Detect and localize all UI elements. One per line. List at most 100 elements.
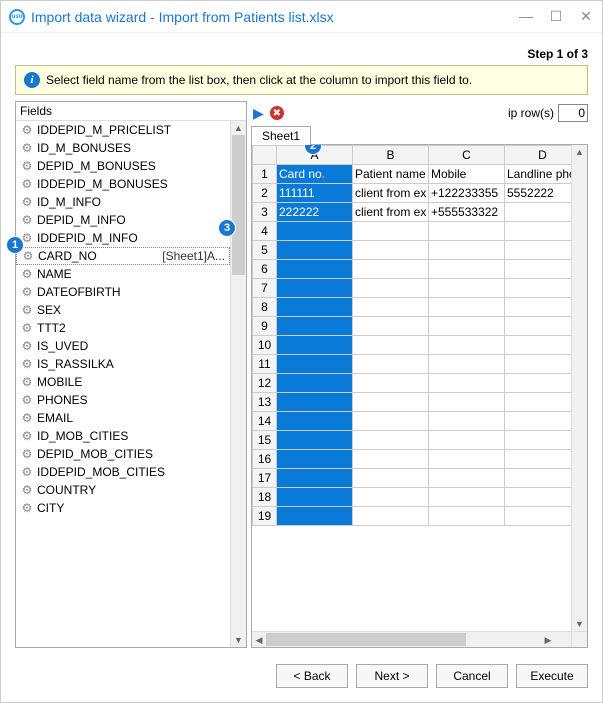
field-item[interactable]: ⚙ID_M_INFO <box>16 193 230 211</box>
field-item[interactable]: ⚙IS_RASSILKA <box>16 355 230 373</box>
cell[interactable] <box>429 488 505 507</box>
cell[interactable] <box>505 298 572 317</box>
cell[interactable] <box>353 431 429 450</box>
cell[interactable] <box>353 450 429 469</box>
cell[interactable] <box>429 507 505 526</box>
field-item[interactable]: ⚙NAME <box>16 265 230 283</box>
cell[interactable] <box>277 298 353 317</box>
cell[interactable] <box>505 203 572 222</box>
cell[interactable] <box>353 374 429 393</box>
cell[interactable] <box>277 279 353 298</box>
cell[interactable] <box>277 488 353 507</box>
row-header[interactable]: 2 <box>253 184 277 203</box>
minimize-button[interactable]: — <box>518 8 534 25</box>
cell[interactable] <box>277 469 353 488</box>
cell[interactable] <box>277 374 353 393</box>
cell[interactable] <box>277 431 353 450</box>
cell[interactable] <box>429 260 505 279</box>
maximize-button[interactable]: ☐ <box>548 8 564 25</box>
cell[interactable] <box>429 431 505 450</box>
grid-vscroll[interactable]: ▲ ▼ <box>571 145 587 631</box>
cell[interactable] <box>429 469 505 488</box>
field-item[interactable]: ⚙IS_UVED <box>16 337 230 355</box>
field-item[interactable]: ⚙PHONES <box>16 391 230 409</box>
row-header[interactable]: 1 <box>253 165 277 184</box>
cell[interactable] <box>353 412 429 431</box>
field-item[interactable]: ⚙DATEOFBIRTH <box>16 283 230 301</box>
row-header[interactable]: 12 <box>253 374 277 393</box>
row-header[interactable]: 19 <box>253 507 277 526</box>
grid-scroll-left-icon[interactable]: ◀ <box>252 632 266 647</box>
cell[interactable] <box>353 298 429 317</box>
fields-list[interactable]: ⚙IDDEPID_M_PRICELIST⚙ID_M_BONUSES⚙DEPID_… <box>16 121 230 647</box>
cell[interactable] <box>505 355 572 374</box>
field-item[interactable]: ⚙DEPID_MOB_CITIES <box>16 445 230 463</box>
cell[interactable]: Patient name <box>353 165 429 184</box>
cell[interactable]: 5552222 <box>505 184 572 203</box>
field-item[interactable]: ⚙IDDEPID_M_INFO <box>16 229 230 247</box>
execute-button[interactable]: Execute <box>516 664 588 688</box>
sheet-tab[interactable]: Sheet1 <box>251 126 311 145</box>
skip-rows-input[interactable] <box>558 104 588 122</box>
cell[interactable] <box>429 298 505 317</box>
row-header[interactable]: 16 <box>253 450 277 469</box>
cell[interactable] <box>277 260 353 279</box>
field-item[interactable]: ⚙ID_MOB_CITIES <box>16 427 230 445</box>
close-button[interactable]: ✕ <box>578 8 594 25</box>
cancel-button[interactable]: Cancel <box>436 664 508 688</box>
cell[interactable] <box>505 469 572 488</box>
back-button[interactable]: < Back <box>276 664 348 688</box>
cell[interactable] <box>505 222 572 241</box>
cell[interactable] <box>429 450 505 469</box>
cell[interactable] <box>277 355 353 374</box>
cell[interactable] <box>277 450 353 469</box>
cell[interactable] <box>505 279 572 298</box>
cell[interactable] <box>353 260 429 279</box>
row-header[interactable]: 8 <box>253 298 277 317</box>
column-header-c[interactable]: C <box>429 146 505 165</box>
cell[interactable] <box>353 469 429 488</box>
play-icon[interactable]: ▶ <box>253 105 264 122</box>
field-item[interactable]: ⚙CARD_NO[Sheet1]A... <box>16 247 230 265</box>
row-header[interactable]: 6 <box>253 260 277 279</box>
cell[interactable] <box>429 355 505 374</box>
cell[interactable] <box>429 241 505 260</box>
grid-scroll-down-icon[interactable]: ▼ <box>572 617 587 631</box>
delete-icon[interactable]: ✖ <box>270 106 284 120</box>
cell[interactable] <box>277 507 353 526</box>
cell[interactable] <box>353 336 429 355</box>
cell[interactable] <box>505 241 572 260</box>
cell[interactable] <box>353 279 429 298</box>
cell[interactable]: Landline phon <box>505 165 572 184</box>
column-header-b[interactable]: B <box>353 146 429 165</box>
field-item[interactable]: ⚙IDDEPID_M_BONUSES <box>16 175 230 193</box>
row-header[interactable]: 3 <box>253 203 277 222</box>
cell[interactable] <box>505 374 572 393</box>
field-item[interactable]: ⚙ID_M_BONUSES <box>16 139 230 157</box>
cell[interactable] <box>505 431 572 450</box>
cell[interactable] <box>505 317 572 336</box>
cell[interactable] <box>277 412 353 431</box>
cell[interactable]: +122233355 <box>429 184 505 203</box>
field-item[interactable]: ⚙COUNTRY <box>16 481 230 499</box>
row-header[interactable]: 4 <box>253 222 277 241</box>
column-header-d[interactable]: D <box>505 146 572 165</box>
row-header[interactable]: 11 <box>253 355 277 374</box>
field-item[interactable]: ⚙DEPID_M_INFO <box>16 211 230 229</box>
cell[interactable] <box>353 488 429 507</box>
cell[interactable]: +555533322 <box>429 203 505 222</box>
cell[interactable] <box>353 507 429 526</box>
cell[interactable] <box>429 393 505 412</box>
cell[interactable] <box>277 222 353 241</box>
cell[interactable] <box>353 317 429 336</box>
field-item[interactable]: ⚙DEPID_M_BONUSES <box>16 157 230 175</box>
cell[interactable]: Card no. <box>277 165 353 184</box>
field-item[interactable]: ⚙IDDEPID_MOB_CITIES <box>16 463 230 481</box>
cell[interactable]: 222222 <box>277 203 353 222</box>
cell[interactable] <box>353 393 429 412</box>
cell[interactable] <box>429 374 505 393</box>
scroll-down-icon[interactable]: ▼ <box>231 633 246 647</box>
cell[interactable] <box>429 336 505 355</box>
cell[interactable]: Mobile <box>429 165 505 184</box>
cell[interactable] <box>505 488 572 507</box>
